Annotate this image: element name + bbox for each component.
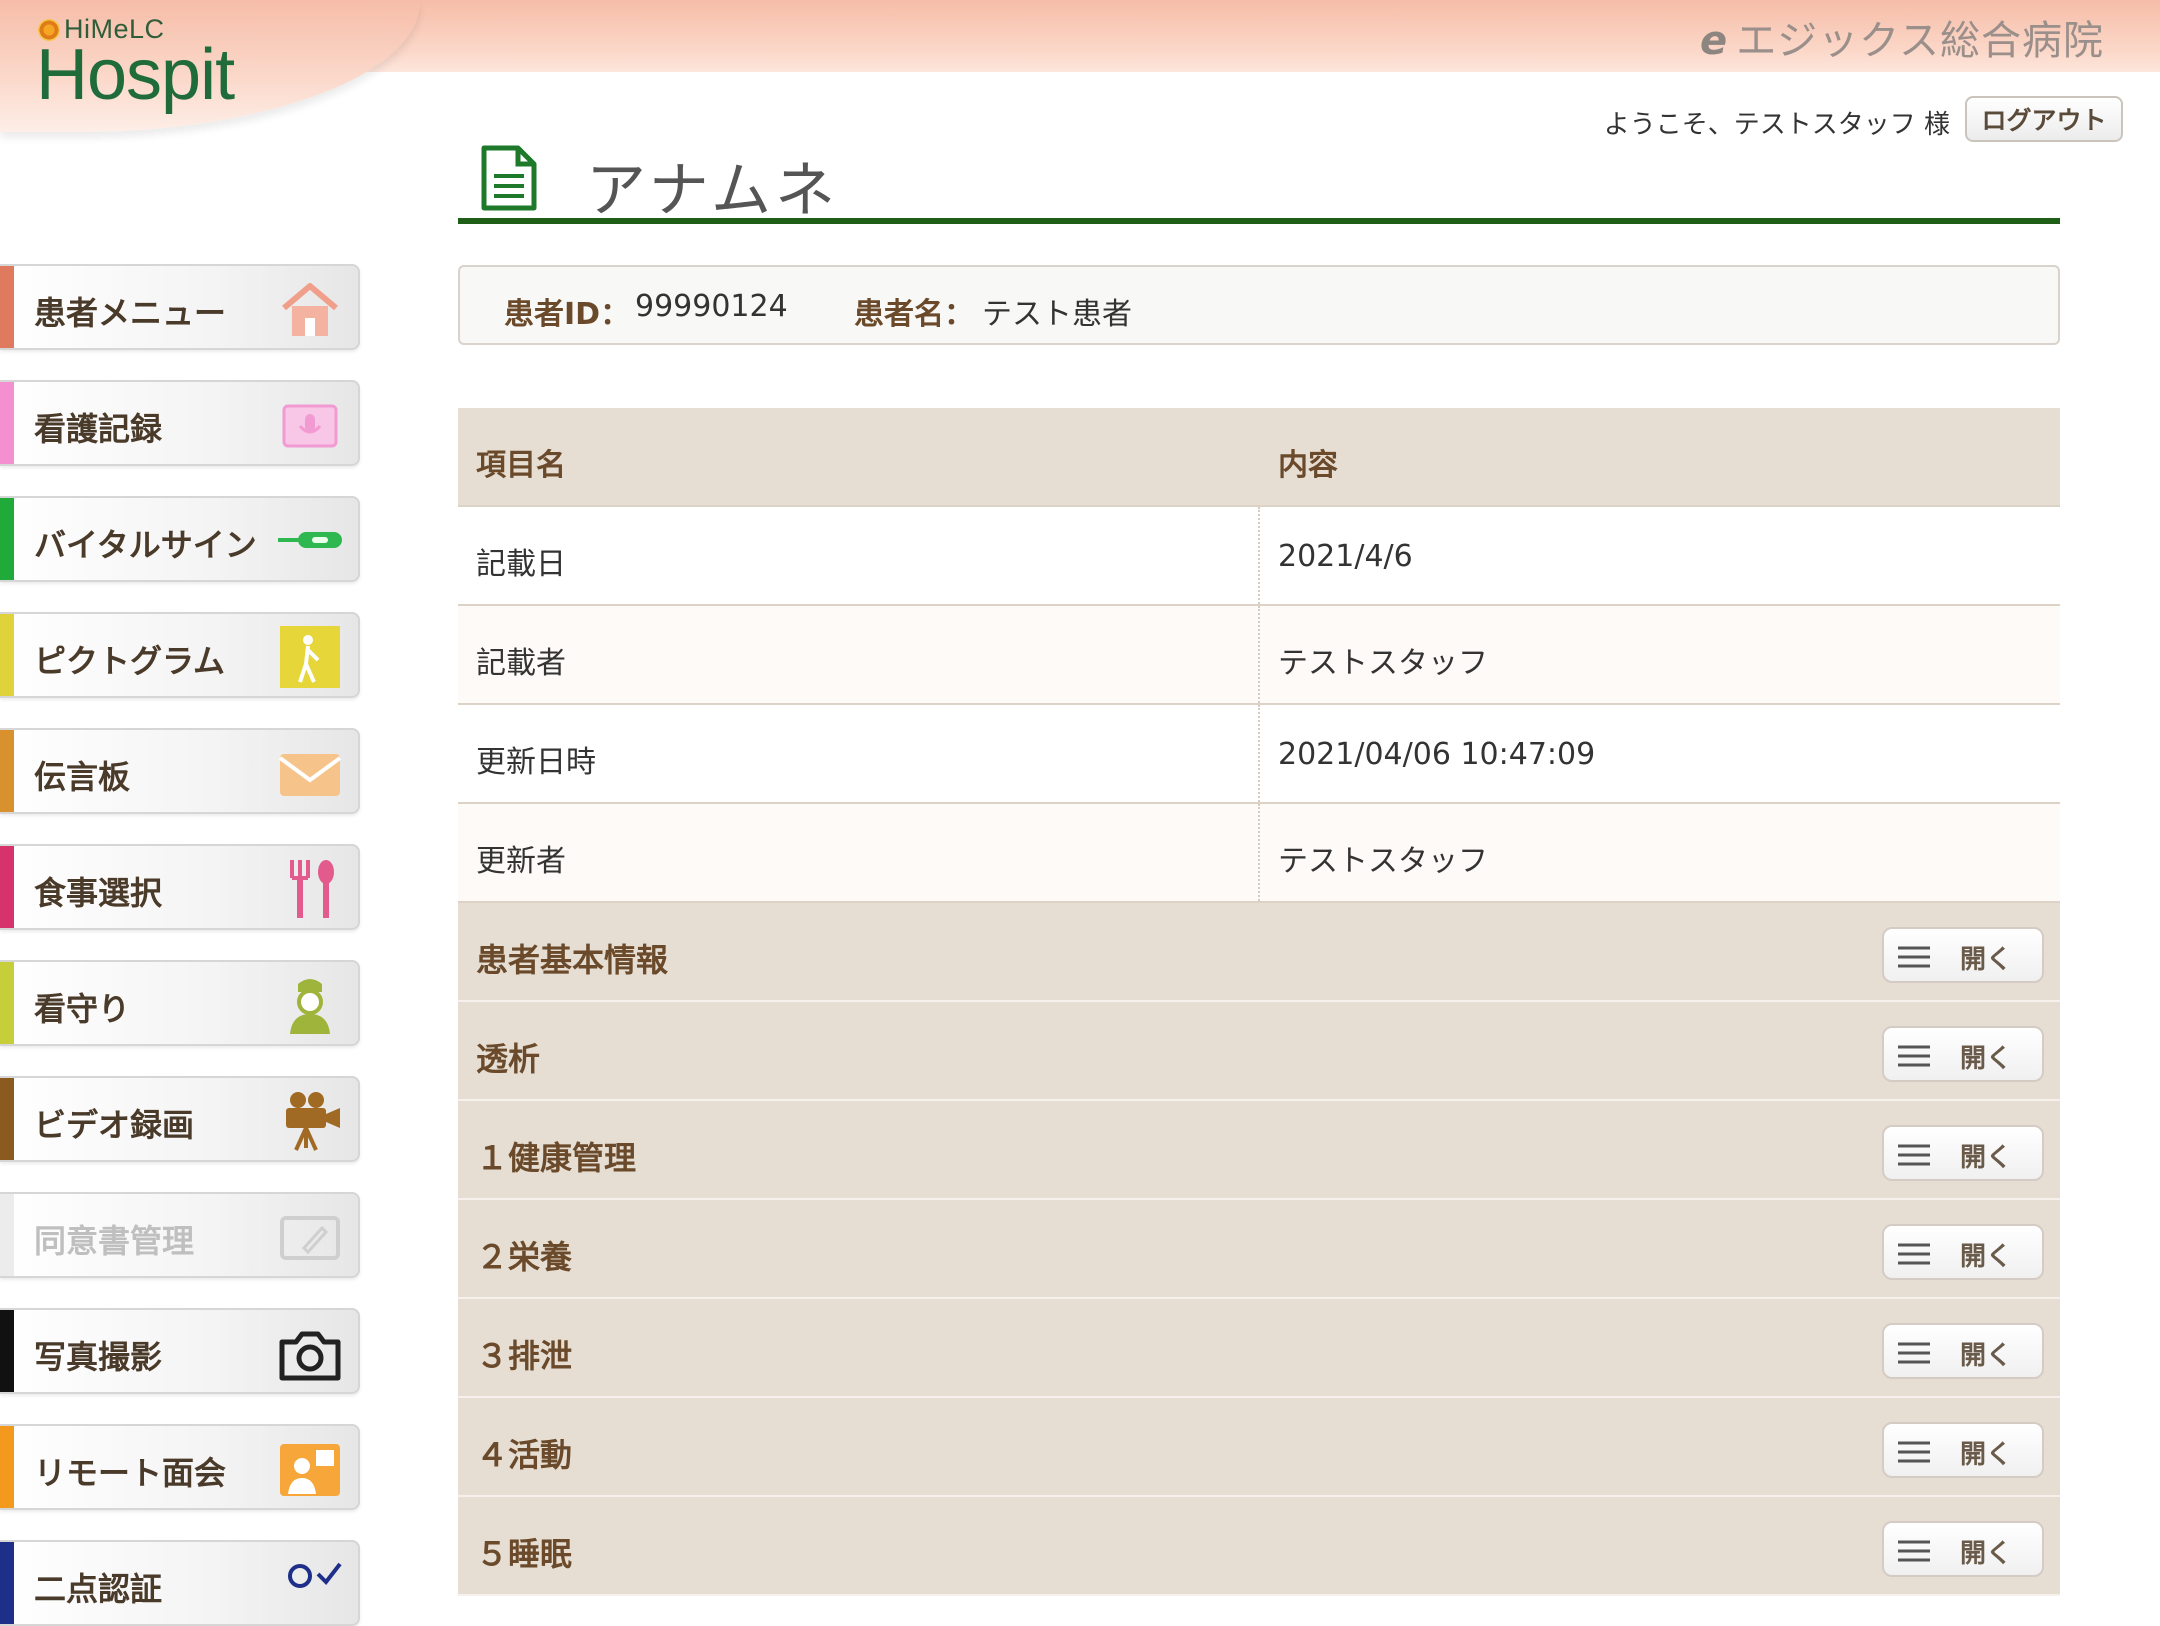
section-row-dialysis: 透析 開く (458, 1002, 2060, 1101)
list-icon (1898, 1342, 1930, 1364)
e-logo-icon: e (1700, 18, 1729, 64)
table-row: 更新日時 2021/04/06 10:47:09 (458, 705, 2060, 804)
section-row-excretion: ３排泄 開く (458, 1299, 2060, 1398)
sidebar-item-vital-signs[interactable]: バイタルサイン (0, 496, 360, 582)
section-label: 患者基本情報 (476, 941, 669, 979)
sidebar-item-patient-menu[interactable]: 患者メニュー (0, 264, 360, 350)
nurse-icon (290, 979, 330, 1034)
sidebar-item-consent-management[interactable]: 同意書管理 (0, 1192, 360, 1278)
home-icon (282, 283, 338, 336)
patient-id: 99990124 (635, 289, 788, 324)
open-button[interactable]: 開く (1882, 1125, 2044, 1181)
section-row-nutrition: ２栄養 開く (458, 1200, 2060, 1299)
row-content: 2021/04/06 10:47:09 (1278, 737, 1596, 772)
sidebar-item-video-recording[interactable]: ビデオ録画 (0, 1076, 360, 1162)
list-icon (1898, 1441, 1930, 1463)
row-content: テストスタッフ (1278, 646, 1488, 681)
sidebar-item-label: ビデオ録画 (34, 1106, 195, 1144)
sidebar-item-photo[interactable]: 写真撮影 (0, 1308, 360, 1394)
open-button[interactable]: 開く (1882, 1422, 2044, 1478)
patient-id-label: 患者ID： (504, 297, 631, 332)
thermometer-icon (278, 532, 342, 548)
sidebar-item-pictogram[interactable]: ピクトグラム (0, 612, 360, 698)
logo-text: Hospit (36, 35, 235, 115)
fork-spoon-icon (290, 860, 334, 918)
row-item: 記載日 (476, 547, 566, 582)
patient-name-label: 患者名： (854, 297, 974, 332)
section-label: 透析 (476, 1040, 541, 1078)
section-label: ２栄養 (476, 1238, 573, 1276)
section-row-activity: ４活動 開く (458, 1398, 2060, 1497)
row-item: 更新日時 (476, 745, 596, 780)
sidebar-item-label: 看護記録 (34, 410, 163, 448)
sidebar-item-label: バイタルサイン (34, 526, 257, 564)
sidebar-item-meal-selection[interactable]: 食事選択 (0, 844, 360, 930)
section-row-sleep: ５睡眠 開く (458, 1497, 2060, 1596)
sidebar-item-label: 同意書管理 (34, 1222, 195, 1260)
section-row-basic-info: 患者基本情報 開く (458, 903, 2060, 1002)
hospital-name: e エジックス総合病院 (1700, 18, 2104, 64)
table-row: 記載日 2021/4/6 (458, 507, 2060, 606)
open-button[interactable]: 開く (1882, 1026, 2044, 1082)
open-button[interactable]: 開く (1882, 927, 2044, 983)
sidebar-item-remote-visit[interactable]: リモート面会 (0, 1424, 360, 1510)
section-label: ３排泄 (476, 1337, 573, 1375)
camera-icon (279, 1331, 341, 1381)
column-header-content: 内容 (1278, 448, 1338, 483)
row-content: テストスタッフ (1278, 844, 1488, 879)
video-camera-icon (286, 1092, 340, 1151)
patient-info: 患者ID： 99990124 患者名： テスト患者 (458, 265, 2060, 345)
section-row-health-management: １健康管理 開く (458, 1101, 2060, 1200)
open-button[interactable]: 開く (1882, 1521, 2044, 1577)
open-button[interactable]: 開く (1882, 1323, 2044, 1379)
list-icon (1898, 1045, 1930, 1067)
pictogram-person-icon (280, 626, 340, 688)
sidebar-item-watching[interactable]: 看守り (0, 960, 360, 1046)
table-row: 更新者 テストスタッフ (458, 804, 2060, 903)
page-title-bar: アナムネ (458, 140, 2060, 226)
sidebar-item-label: 患者メニュー (34, 294, 227, 332)
open-button[interactable]: 開く (1882, 1224, 2044, 1280)
document-icon (481, 145, 537, 211)
microphone-screen-icon (282, 404, 338, 448)
patient-name: テスト患者 (982, 297, 1132, 332)
sidebar-item-label: 食事選択 (34, 874, 163, 912)
welcome-message: ようこそ、テストスタッフ 様 (1603, 110, 1950, 140)
sidebar-item-two-factor-auth[interactable]: 二点認証 (0, 1540, 360, 1626)
logout-button[interactable]: ログアウト (1965, 96, 2123, 142)
column-header-item: 項目名 (476, 448, 566, 483)
list-icon (1898, 946, 1930, 968)
sidebar-item-message-board[interactable]: 伝言板 (0, 728, 360, 814)
sidebar-item-label: 写真撮影 (34, 1338, 163, 1376)
sidebar-item-label: 看守り (34, 990, 131, 1028)
table-row: 記載者 テストスタッフ (458, 606, 2060, 705)
row-item: 記載者 (476, 646, 566, 681)
row-content: 2021/4/6 (1278, 539, 1413, 574)
user-check-icon (288, 1562, 342, 1588)
sidebar-item-label: 二点認証 (34, 1570, 163, 1608)
section-label: ５睡眠 (476, 1535, 573, 1573)
sidebar-item-nursing-record[interactable]: 看護記録 (0, 380, 360, 466)
video-call-icon (280, 1444, 340, 1496)
envelope-icon (278, 754, 342, 796)
logo[interactable]: HiMeLC Hospit (0, 0, 420, 132)
list-icon (1898, 1243, 1930, 1265)
section-label: １健康管理 (476, 1139, 637, 1177)
section-label: ４活動 (476, 1436, 573, 1474)
sidebar-item-label: 伝言板 (34, 758, 131, 796)
sidebar-item-label: ピクトグラム (34, 642, 226, 680)
list-icon (1898, 1540, 1930, 1562)
page-title: アナムネ (586, 156, 839, 226)
table-header: 項目名 内容 (458, 408, 2060, 507)
sidebar-item-label: リモート面会 (34, 1454, 227, 1492)
pen-document-icon (280, 1216, 340, 1260)
row-item: 更新者 (476, 844, 566, 879)
list-icon (1898, 1144, 1930, 1166)
